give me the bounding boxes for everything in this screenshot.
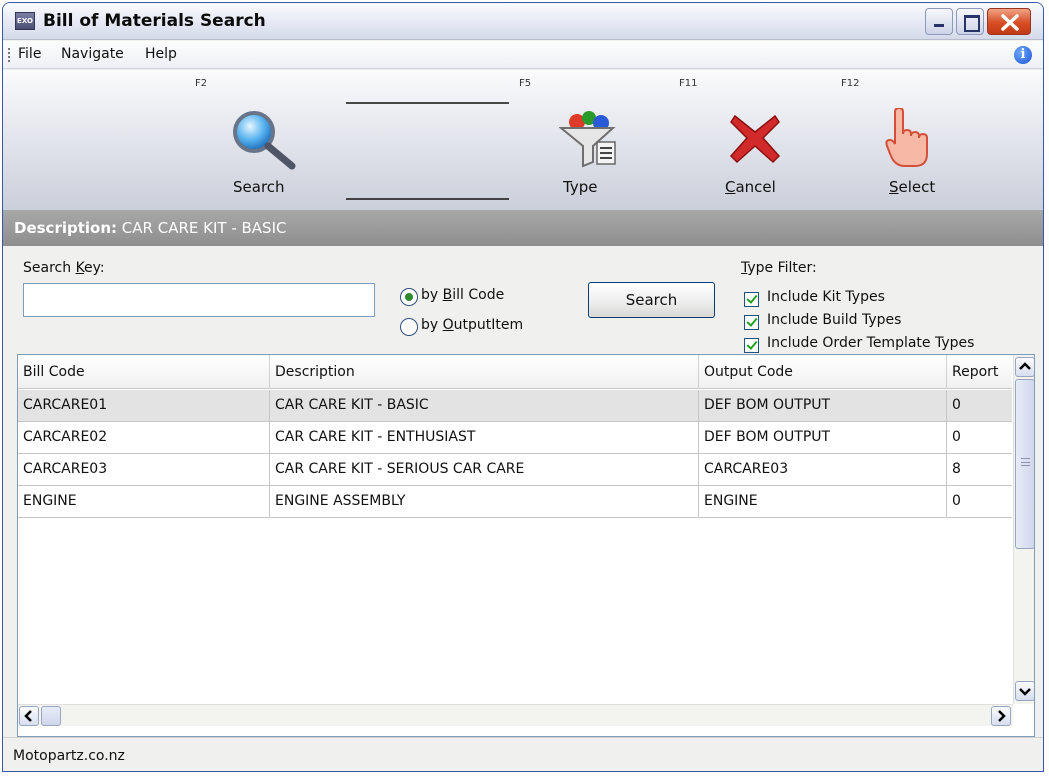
description-value: CAR CARE KIT - BASIC — [121, 219, 287, 237]
cell-report: 0 — [952, 493, 961, 509]
type-tool-label: Type — [563, 178, 598, 196]
menu-help[interactable]: Help — [145, 46, 177, 62]
f5-key-label: F5 — [519, 78, 532, 89]
status-bar: Motopartz.co.nz — [3, 737, 1043, 771]
f2-key-label: F2 — [195, 78, 208, 89]
search-panel: Search Key: by Bill Code by OutputItem S… — [3, 246, 1043, 354]
scroll-right-button[interactable] — [991, 706, 1011, 726]
build-types-label[interactable]: Include Build Types — [767, 312, 901, 328]
cell-bill-code: ENGINE — [18, 486, 270, 517]
maximize-button[interactable] — [956, 8, 984, 35]
search-tool-label: Search — [233, 178, 285, 196]
search-tool-button[interactable]: F2 Search — [183, 70, 323, 200]
menu-grip — [8, 48, 11, 62]
table-row[interactable]: ENGINE ENGINE ASSEMBLY ENGINE 0 — [18, 486, 1012, 518]
window-title: Bill of Materials Search — [43, 11, 266, 31]
scroll-left-button[interactable] — [19, 706, 39, 726]
type-tool-button[interactable]: F5 Type — [515, 70, 625, 200]
search-button[interactable]: Search — [588, 282, 715, 318]
description-bar: Description: CAR CARE KIT - BASIC — [3, 210, 1043, 246]
output-item-radio-label[interactable]: by OutputItem — [421, 317, 523, 333]
chevron-left-icon — [24, 710, 32, 722]
menu-file[interactable]: File — [18, 46, 41, 62]
cell-report: 0 — [952, 429, 961, 445]
order-template-types-checkbox[interactable] — [744, 338, 759, 353]
search-key-input[interactable] — [23, 283, 375, 317]
cell-output-code: DEF BOM OUTPUT — [699, 390, 947, 421]
close-button[interactable] — [987, 8, 1031, 35]
horizontal-scroll-thumb[interactable] — [41, 706, 61, 726]
cell-bill-code: CARCARE02 — [18, 422, 270, 453]
select-tool-label: Select — [889, 178, 936, 196]
chevron-down-icon — [1019, 688, 1031, 696]
title-bar[interactable]: EXO Bill of Materials Search — [3, 3, 1043, 40]
scroll-down-button[interactable] — [1015, 681, 1034, 701]
app-icon: EXO — [15, 12, 35, 30]
column-header-report[interactable]: Report — [947, 355, 1012, 389]
cell-description: CAR CARE KIT - BASIC — [270, 390, 699, 421]
magnifier-icon — [233, 111, 296, 170]
scroll-grip-icon — [1021, 458, 1030, 466]
column-header-output-code[interactable]: Output Code — [699, 355, 947, 389]
info-icon[interactable]: i — [1014, 46, 1032, 64]
cell-bill-code: CARCARE03 — [18, 454, 270, 485]
menu-bar: File Navigate Help i — [3, 41, 1043, 69]
table-row[interactable]: CARCARE03 CAR CARE KIT - SERIOUS CAR CAR… — [18, 454, 1012, 486]
cell-report: 8 — [952, 461, 961, 477]
f11-key-label: F11 — [679, 78, 698, 89]
cancel-tool-button[interactable]: F11 Cancel — [671, 70, 791, 200]
table-row[interactable]: CARCARE01 CAR CARE KIT - BASIC DEF BOM O… — [18, 390, 1012, 422]
scroll-up-button[interactable] — [1015, 357, 1034, 377]
column-header-bill-code[interactable]: Bill Code — [18, 355, 270, 389]
f12-key-label: F12 — [841, 78, 860, 89]
toolbar: F2 Search F5 Type F11 Cancel F12 Select — [3, 70, 1043, 210]
build-types-checkbox[interactable] — [744, 315, 759, 330]
grid-header: Bill Code Description Output Code Report — [18, 355, 1012, 389]
column-header-description[interactable]: Description — [270, 355, 699, 389]
filter-funnel-icon — [559, 111, 616, 168]
vertical-scrollbar[interactable] — [1013, 355, 1034, 704]
kit-types-checkbox[interactable] — [744, 292, 759, 307]
select-tool-button[interactable]: F12 Select — [837, 70, 957, 200]
vertical-scroll-thumb[interactable] — [1015, 379, 1034, 549]
cancel-x-icon — [729, 114, 781, 164]
chevron-right-icon — [998, 710, 1006, 722]
pointing-hand-icon — [885, 108, 928, 167]
menu-navigate[interactable]: Navigate — [61, 46, 124, 62]
output-item-radio[interactable] — [400, 318, 418, 336]
bill-code-radio-label[interactable]: by Bill Code — [421, 287, 504, 303]
close-icon — [1001, 14, 1019, 31]
cell-report: 0 — [952, 397, 961, 413]
minimize-button[interactable] — [925, 8, 953, 35]
cell-bill-code: CARCARE01 — [18, 390, 270, 421]
cell-description: CAR CARE KIT - ENTHUSIAST — [270, 422, 699, 453]
cell-description: ENGINE ASSEMBLY — [270, 486, 699, 517]
order-template-types-label[interactable]: Include Order Template Types — [767, 335, 974, 351]
main-window: EXO Bill of Materials Search File Naviga… — [2, 2, 1044, 772]
toolbar-separator-highlight — [346, 102, 509, 200]
description-label: Description: — [14, 219, 118, 237]
cell-output-code: CARCARE03 — [699, 454, 947, 485]
bill-code-radio[interactable] — [400, 288, 418, 306]
type-filter-label: Type Filter: — [741, 260, 817, 276]
horizontal-scrollbar[interactable] — [18, 704, 1013, 726]
cancel-tool-label: Cancel — [725, 178, 776, 196]
kit-types-label[interactable]: Include Kit Types — [767, 289, 885, 305]
cell-description: CAR CARE KIT - SERIOUS CAR CARE — [270, 454, 699, 485]
results-grid: Bill Code Description Output Code Report… — [17, 354, 1035, 737]
cell-output-code: ENGINE — [699, 486, 947, 517]
cell-output-code: DEF BOM OUTPUT — [699, 422, 947, 453]
search-key-label: Search Key: — [23, 260, 105, 276]
status-text: Motopartz.co.nz — [13, 748, 125, 764]
chevron-up-icon — [1019, 362, 1031, 370]
table-row[interactable]: CARCARE02 CAR CARE KIT - ENTHUSIAST DEF … — [18, 422, 1012, 454]
